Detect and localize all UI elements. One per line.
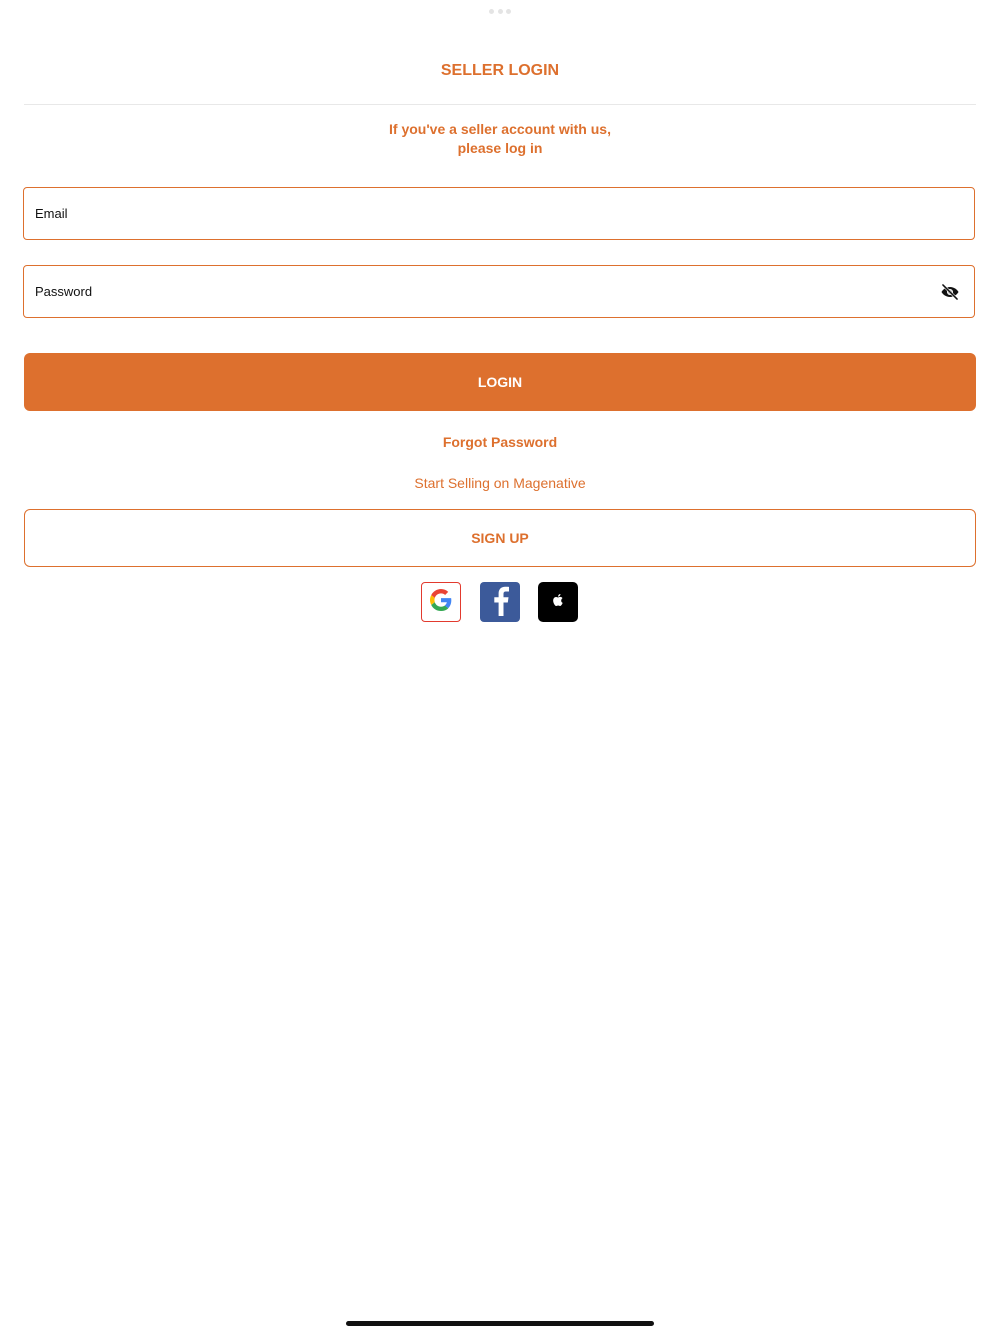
eye-slash-icon[interactable] (940, 282, 960, 302)
password-field[interactable] (24, 266, 974, 317)
google-icon (430, 588, 452, 616)
facebook-login-button[interactable] (480, 582, 520, 622)
email-field-container (23, 187, 975, 240)
forgot-password-link[interactable]: Forgot Password (0, 434, 1000, 450)
login-subtitle: If you've a seller account with us, plea… (0, 120, 1000, 158)
facebook-icon (488, 584, 512, 621)
apple-login-button[interactable] (538, 582, 578, 622)
header-divider (24, 104, 976, 105)
email-field[interactable] (24, 188, 974, 239)
apple-icon (553, 593, 563, 611)
login-button[interactable]: LOGIN (24, 353, 976, 411)
home-indicator (346, 1321, 654, 1326)
sign-up-button[interactable]: SIGN UP (24, 509, 976, 567)
grabber-dot (506, 9, 511, 14)
grabber-dot (497, 9, 503, 14)
grabber-dot (489, 9, 494, 14)
google-login-button[interactable] (421, 582, 461, 622)
subtitle-line-1: If you've a seller account with us, (389, 121, 611, 137)
sheet-grabber[interactable] (489, 9, 511, 15)
subtitle-line-2: please log in (457, 140, 543, 156)
start-selling-text: Start Selling on Magenative (414, 475, 586, 491)
password-field-container (23, 265, 975, 318)
page-title: SELLER LOGIN (440, 62, 560, 79)
